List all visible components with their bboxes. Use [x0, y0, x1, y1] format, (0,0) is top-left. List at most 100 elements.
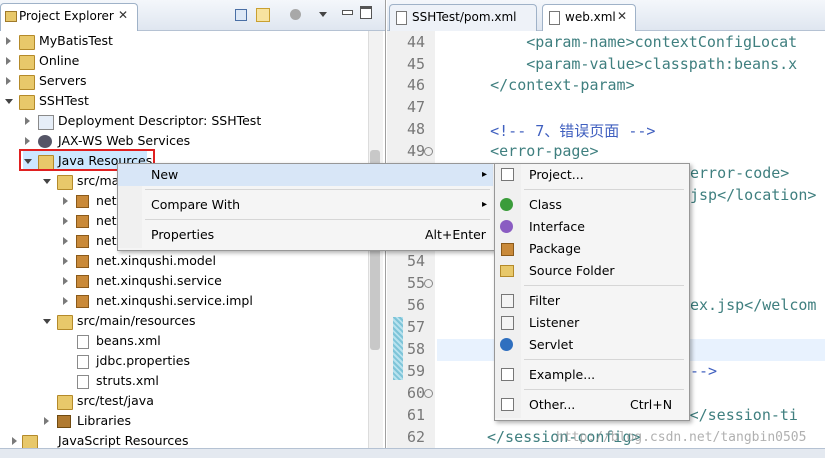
- submenu-item-project[interactable]: Project...: [495, 164, 687, 186]
- package-icon: [76, 255, 89, 268]
- menu-item-label: Project...: [529, 167, 584, 182]
- servlet-icon: [500, 338, 513, 351]
- line-number: 60: [406, 384, 425, 402]
- web-services-icon: [38, 135, 52, 148]
- tree-item-label: src/test/java: [77, 393, 154, 408]
- submenu-arrow-icon: ▸: [482, 169, 488, 180]
- code-fragment[interactable]: jsp</location>: [690, 186, 816, 204]
- package-icon: [76, 195, 89, 208]
- menu-item-label: Other...: [529, 397, 576, 412]
- expand-arrow-icon[interactable]: [25, 117, 30, 125]
- package-icon: [501, 243, 514, 256]
- code-fragment[interactable]: ex.jsp</welcom: [690, 296, 816, 314]
- code-fragment[interactable]: error-code>: [690, 164, 789, 182]
- tab-pom-xml[interactable]: SSHTest/pom.xml: [389, 4, 537, 31]
- tree-item-label: src/main/resources: [77, 313, 196, 328]
- submenu-item-class[interactable]: Class: [495, 194, 687, 216]
- xml-file-icon: [549, 11, 560, 25]
- package-icon: [76, 215, 89, 228]
- submenu-item-servlet[interactable]: Servlet: [495, 334, 687, 356]
- expand-arrow-icon[interactable]: [63, 237, 68, 245]
- tree-item-label: MyBatisTest: [39, 33, 113, 48]
- code-fragment[interactable]: -->: [690, 362, 717, 380]
- link-with-editor-icon[interactable]: [256, 8, 270, 22]
- minimize-icon[interactable]: [342, 10, 353, 15]
- package-icon: [76, 295, 89, 308]
- fold-icon[interactable]: [424, 279, 433, 288]
- expand-arrow-icon[interactable]: [12, 437, 17, 445]
- focus-icon[interactable]: [290, 9, 301, 20]
- code-line[interactable]: </context-param>: [454, 76, 635, 94]
- expand-arrow-icon[interactable]: [25, 137, 30, 145]
- submenu-arrow-icon: ▸: [482, 199, 488, 210]
- tree-item-label: JAX-WS Web Services: [58, 133, 191, 148]
- submenu-item-other[interactable]: Other... Ctrl+N: [495, 394, 687, 416]
- expand-arrow-icon[interactable]: [6, 77, 11, 85]
- project-icon: [19, 35, 35, 50]
- maven-project-icon: [19, 95, 35, 110]
- expand-arrow-icon[interactable]: [6, 57, 11, 65]
- menu-item-properties[interactable]: Properties Alt+Enter: [118, 224, 493, 246]
- project-explorer-tab[interactable]: Project Explorer ✕: [0, 3, 138, 31]
- source-folder-icon: [57, 315, 73, 330]
- menu-item-label: Servlet: [529, 337, 574, 352]
- menu-separator: [524, 359, 684, 360]
- collapse-arrow-icon[interactable]: [5, 99, 13, 104]
- tab-label: SSHTest/pom.xml: [412, 10, 517, 24]
- tree-item-label: net.xinqushi.model: [96, 253, 216, 268]
- deployment-descriptor-icon: [38, 115, 54, 130]
- maximize-icon[interactable]: [360, 6, 372, 19]
- tab-web-xml[interactable]: web.xml ✕: [542, 4, 636, 31]
- view-menu-chevron-down-icon[interactable]: [319, 12, 327, 17]
- xml-file-icon: [77, 375, 89, 389]
- code-line[interactable]: <param-value>classpath:beans.x: [454, 55, 797, 73]
- submenu-item-listener[interactable]: Listener: [495, 312, 687, 334]
- fold-icon[interactable]: [424, 147, 433, 156]
- line-number: 45: [406, 55, 425, 73]
- line-number: 49: [406, 142, 425, 160]
- collapse-arrow-icon[interactable]: [43, 179, 51, 184]
- submenu-item-interface[interactable]: Interface: [495, 216, 687, 238]
- menu-item-label: Listener: [529, 315, 580, 330]
- close-icon[interactable]: ✕: [617, 9, 627, 23]
- submenu-item-package[interactable]: Package: [495, 238, 687, 260]
- line-number: 56: [406, 296, 425, 314]
- submenu-item-example[interactable]: Example...: [495, 364, 687, 386]
- expand-arrow-icon[interactable]: [6, 37, 11, 45]
- menu-separator: [524, 285, 684, 286]
- expand-arrow-icon[interactable]: [63, 277, 68, 285]
- filter-icon: [501, 294, 514, 308]
- source-folder-icon: [57, 175, 73, 190]
- menu-item-compare-with[interactable]: Compare With ▸: [118, 194, 493, 216]
- menu-item-new[interactable]: New ▸: [118, 164, 493, 186]
- code-line[interactable]: <param-name>contextConfigLocat: [454, 33, 797, 51]
- code-line[interactable]: <error-page>: [454, 142, 598, 160]
- line-number: 44: [406, 33, 425, 51]
- tree-item-label: Servers: [39, 73, 87, 88]
- line-number: 54: [406, 252, 425, 270]
- line-number: 46: [406, 76, 425, 94]
- expand-arrow-icon[interactable]: [63, 217, 68, 225]
- submenu-item-filter[interactable]: Filter: [495, 290, 687, 312]
- example-icon: [501, 368, 514, 381]
- collapse-arrow-icon[interactable]: [43, 319, 51, 324]
- menu-item-label: Properties: [151, 227, 215, 242]
- line-number: 55: [406, 274, 425, 292]
- line-number: 48: [406, 120, 425, 138]
- tree-item-label: beans.xml: [96, 333, 161, 348]
- expand-arrow-icon[interactable]: [44, 417, 49, 425]
- collapse-all-icon[interactable]: [235, 9, 247, 21]
- listener-icon: [501, 316, 514, 330]
- interface-icon: [500, 220, 513, 233]
- expand-arrow-icon[interactable]: [63, 257, 68, 265]
- menu-item-label: Compare With: [151, 197, 241, 212]
- source-folder-icon: [500, 265, 514, 277]
- submenu-item-source-folder[interactable]: Source Folder: [495, 260, 687, 282]
- close-icon[interactable]: ✕: [118, 8, 128, 22]
- fold-icon[interactable]: [424, 389, 433, 398]
- expand-arrow-icon[interactable]: [63, 297, 68, 305]
- expand-arrow-icon[interactable]: [63, 197, 68, 205]
- package-icon: [76, 275, 89, 288]
- menu-item-label: Package: [529, 241, 581, 256]
- code-line-comment[interactable]: <!-- 7、错误页面 -->: [454, 120, 655, 141]
